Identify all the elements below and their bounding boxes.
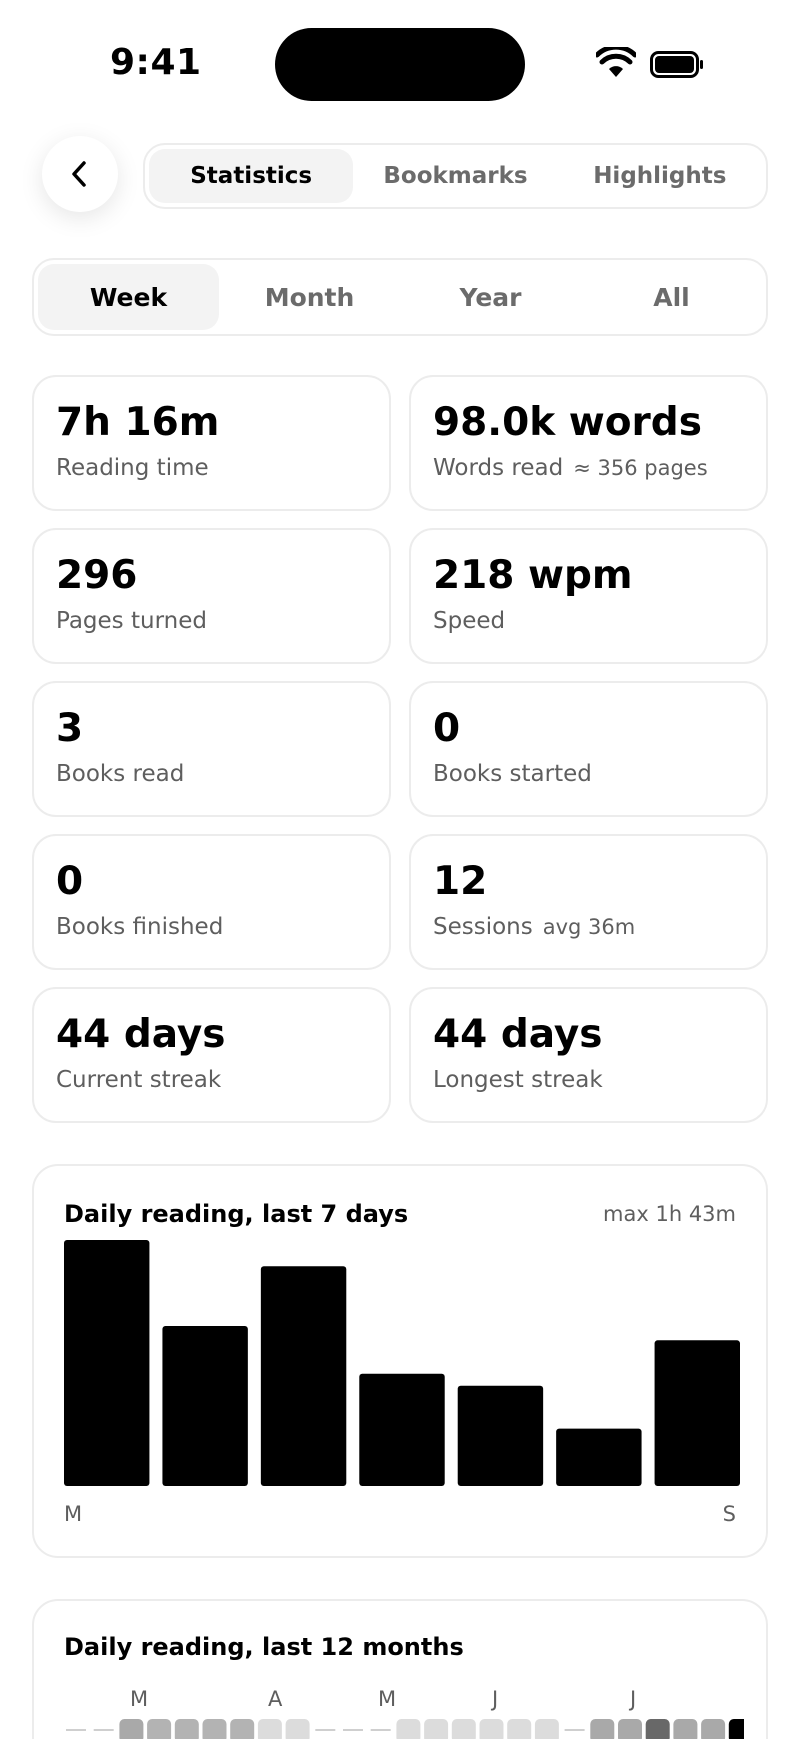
heatmap-cell — [396, 1719, 421, 1739]
heatmap-title: Daily reading, last 12 months — [64, 1633, 464, 1661]
heatmap-cell — [507, 1719, 532, 1739]
heatmap-cell — [673, 1719, 698, 1739]
stat-value: 12 — [433, 859, 488, 904]
stat-label: Speed — [433, 608, 744, 634]
stat-label: Books started — [433, 761, 744, 787]
bar-day-3 — [260, 1266, 347, 1486]
heatmap-cell — [119, 1719, 144, 1739]
tab-statistics[interactable]: Statistics — [149, 149, 354, 203]
stat-card-speed: 218 wpm Speed — [409, 528, 768, 664]
stat-label-text: Current streak — [56, 1067, 222, 1093]
stat-label: Current streak — [56, 1067, 367, 1093]
battery-icon — [650, 51, 703, 78]
status-time: 9:41 — [110, 42, 202, 83]
heatmap-month-label: M — [378, 1687, 397, 1711]
stat-label-text: Reading time — [56, 455, 209, 481]
stat-label: Sessions avg 36m — [433, 914, 744, 940]
bar-day-1 — [64, 1240, 150, 1486]
heatmap-month-label: M — [130, 1687, 149, 1711]
bar-day-7 — [654, 1340, 740, 1486]
bar-day-5 — [457, 1385, 544, 1486]
stat-label-text: Books read — [56, 761, 185, 787]
heatmap-cell — [701, 1719, 726, 1739]
stat-card-reading-time: 7h 16m Reading time — [32, 375, 391, 511]
period-selector: Week Month Year All — [32, 258, 768, 336]
stat-card-books-read: 3 Books read — [32, 681, 391, 817]
heatmap-cell — [479, 1719, 504, 1739]
daily-reading-chart: Daily reading, last 7 days max 1h 43m M … — [32, 1164, 768, 1558]
tab-bookmarks[interactable]: Bookmarks — [353, 149, 557, 203]
stat-value: 44 days — [433, 1012, 603, 1057]
heatmap-cell — [174, 1719, 199, 1739]
stat-value: 0 — [56, 859, 84, 904]
stat-value: 7h 16m — [56, 400, 220, 445]
heatmap-cell — [451, 1719, 476, 1739]
period-all[interactable]: All — [581, 264, 762, 330]
status-bar: 9:41 — [0, 0, 800, 120]
heatmap-cell — [257, 1719, 282, 1739]
stat-label: Words read ≈ 356 pages — [433, 455, 744, 481]
back-button[interactable] — [42, 136, 118, 212]
bar-day-2 — [162, 1325, 248, 1486]
bar-day-4 — [359, 1373, 445, 1486]
stats-grid: 7h 16m Reading time 98.0k words Words re… — [32, 375, 768, 1123]
stat-label: Pages turned — [56, 608, 367, 634]
heatmap-month-label: J — [492, 1687, 499, 1711]
heatmap-cell — [590, 1719, 615, 1739]
stat-card-books-finished: 0 Books finished — [32, 834, 391, 970]
wifi-icon — [596, 47, 636, 77]
stat-label: Books read — [56, 761, 367, 787]
stat-label-text: Sessions — [433, 914, 533, 940]
heatmap-cell — [285, 1719, 310, 1739]
stat-value: 98.0k words — [433, 400, 702, 445]
heatmap-cell — [728, 1719, 744, 1739]
stat-label-text: Longest streak — [433, 1067, 603, 1093]
stat-card-books-started: 0 Books started — [409, 681, 768, 817]
stat-label-text: Books started — [433, 761, 592, 787]
x-axis-start-label: M — [64, 1502, 83, 1526]
stat-value: 44 days — [56, 1012, 226, 1057]
heatmap-cell — [202, 1719, 227, 1739]
stat-label-text: Books finished — [56, 914, 224, 940]
heatmap-month-label: J — [630, 1687, 637, 1711]
heatmap-row — [66, 1719, 744, 1739]
stat-value: 296 — [56, 553, 138, 598]
bar-day-6 — [556, 1428, 642, 1486]
stat-label: Books finished — [56, 914, 367, 940]
period-week[interactable]: Week — [38, 264, 219, 330]
stat-label-text: Pages turned — [56, 608, 207, 634]
section-tabs: Statistics Bookmarks Highlights — [143, 143, 768, 209]
heatmap-cell — [618, 1719, 642, 1739]
heatmap-cell — [645, 1719, 670, 1739]
stat-label: Reading time — [56, 455, 367, 481]
stat-value: 0 — [433, 706, 461, 751]
heatmap-month-label: A — [268, 1687, 283, 1711]
stat-sub: avg 36m — [542, 915, 636, 939]
stat-value: 3 — [56, 706, 84, 751]
stat-card-words-read: 98.0k words Words read ≈ 356 pages — [409, 375, 768, 511]
x-axis-end-label: S — [722, 1502, 736, 1526]
period-month[interactable]: Month — [219, 264, 400, 330]
heatmap-cell — [230, 1719, 255, 1739]
chevron-left-icon — [72, 161, 86, 187]
heatmap-cell — [424, 1719, 449, 1739]
heatmap-cell — [534, 1719, 559, 1739]
dynamic-island — [275, 28, 525, 101]
stat-label: Longest streak — [433, 1067, 744, 1093]
stat-sub: ≈ 356 pages — [573, 456, 708, 480]
period-year[interactable]: Year — [400, 264, 581, 330]
yearly-heatmap: Daily reading, last 12 months M A M J J — [32, 1599, 768, 1739]
stat-label-text: Speed — [433, 608, 506, 634]
stat-card-pages-turned: 296 Pages turned — [32, 528, 391, 664]
stat-card-longest-streak: 44 days Longest streak — [409, 987, 768, 1123]
stat-card-current-streak: 44 days Current streak — [32, 987, 391, 1123]
tab-highlights[interactable]: Highlights — [558, 149, 762, 203]
heatmap-cell — [147, 1719, 172, 1739]
stat-value: 218 wpm — [433, 553, 633, 598]
stat-card-sessions: 12 Sessions avg 36m — [409, 834, 768, 970]
bar-chart — [64, 1240, 740, 1486]
stat-label-text: Words read — [433, 455, 564, 481]
